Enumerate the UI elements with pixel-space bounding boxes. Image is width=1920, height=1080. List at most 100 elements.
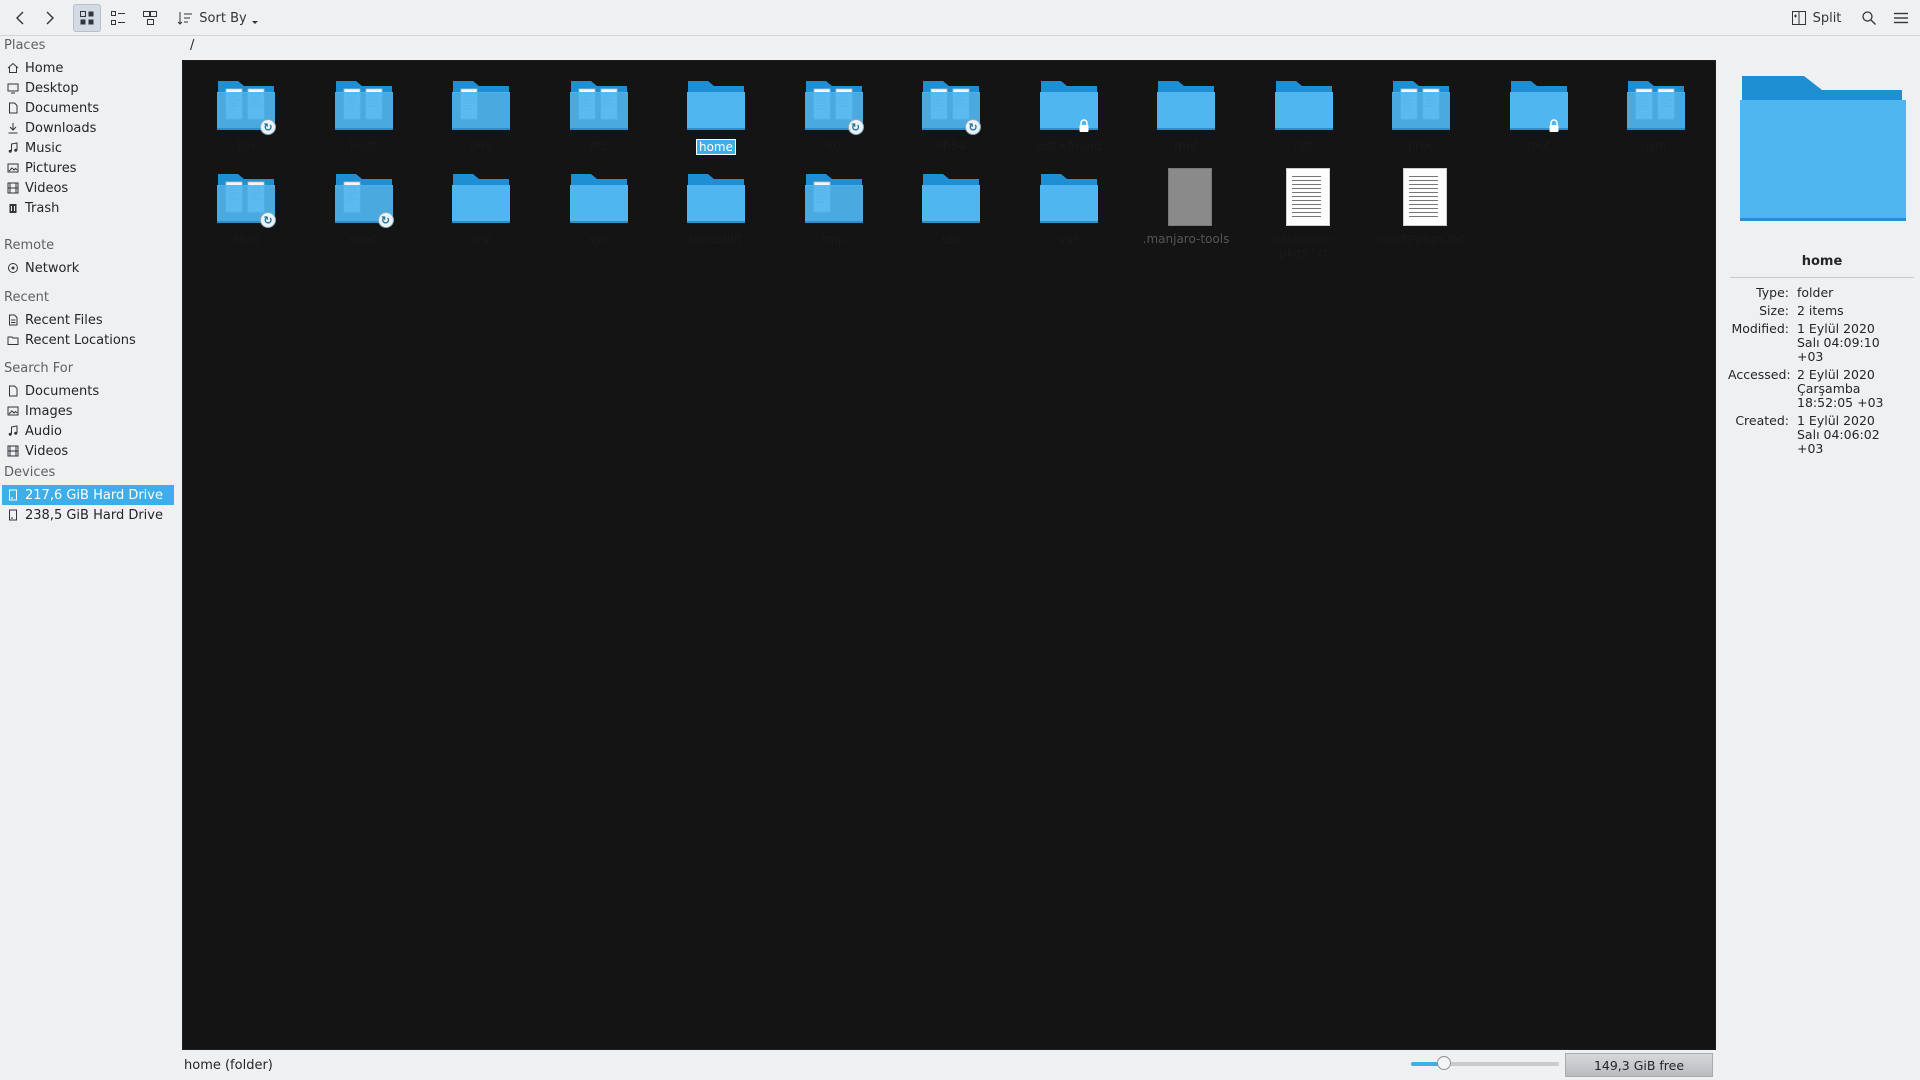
sidebar-item-label: Desktop — [25, 80, 79, 96]
sidebar-item-devices-238-5-gib-hard-drive[interactable]: 238,5 GiB Hard Drive — [2, 505, 174, 525]
information-panel: home Type: folder Size: 2 items Modified: 1 E… — [1728, 60, 1920, 1050]
sidebar-item-search-documents[interactable]: Documents — [2, 381, 174, 401]
hard-drive-icon — [6, 508, 20, 522]
sidebar-item-label: Documents — [25, 383, 100, 399]
zoom-slider-handle[interactable] — [1436, 1056, 1451, 1070]
file-name-label: snap — [349, 232, 378, 246]
breadcrumb[interactable]: / — [190, 38, 194, 58]
folder-icon — [1037, 166, 1101, 230]
folder-item-var[interactable]: var — [1014, 166, 1124, 247]
file-name-label: srv — [471, 232, 491, 246]
folder-item-root[interactable]: root — [1484, 73, 1594, 154]
file-name-label: rootfs-pkgs.txt — [1377, 232, 1465, 246]
folder-item-tmp[interactable]: tmp — [779, 166, 889, 247]
folder-icon: ↻ — [802, 73, 866, 137]
sidebar-item-places-downloads[interactable]: Downloads — [2, 118, 174, 138]
info-value: 2 Eylül 2020 Çarşamba 18:52:05 +03 — [1797, 367, 1884, 410]
trash-icon — [6, 201, 20, 215]
sidebar-item-places-documents[interactable]: Documents — [2, 98, 174, 118]
sidebar-item-label: 217,6 GiB Hard Drive — [25, 487, 163, 503]
sidebar-item-recent-recent-locations[interactable]: Recent Locations — [2, 330, 174, 350]
file-name-label: mnt — [1174, 139, 1198, 153]
icons-view-button[interactable] — [73, 4, 101, 32]
sort-by-button[interactable]: Sort By — [176, 4, 260, 32]
folder-item-home[interactable]: home — [661, 73, 771, 155]
folder-item-opt[interactable]: opt — [1249, 73, 1359, 154]
desktop-icon — [6, 81, 20, 95]
icons-view-icon — [80, 11, 94, 25]
info-value: 1 Eylül 2020 Salı 04:09:10 +03 — [1797, 321, 1880, 364]
compact-view-button[interactable] — [104, 4, 132, 32]
search-button[interactable] — [1856, 4, 1882, 32]
forward-button[interactable] — [36, 4, 62, 32]
sidebar-item-search-audio[interactable]: Audio — [2, 421, 174, 441]
symlink-emblem-icon: ↻ — [260, 212, 276, 228]
sidebar-item-places-music[interactable]: Music — [2, 138, 174, 158]
folder-item-usr[interactable]: usr — [896, 166, 1006, 247]
folder-item-etc[interactable]: etc — [544, 73, 654, 154]
menu-button[interactable] — [1887, 4, 1915, 32]
sidebar-item-label: Images — [25, 403, 73, 419]
folder-item-snap[interactable]: ↻ snap — [309, 166, 419, 247]
sidebar-item-places-home[interactable]: Home — [2, 58, 174, 78]
folder-item-mnt[interactable]: mnt — [1131, 73, 1241, 154]
info-row-type: Type: folder — [1728, 286, 1920, 300]
sidebar-item-places-trash[interactable]: Trash — [2, 198, 174, 218]
folder-item-run[interactable]: run — [1601, 73, 1711, 154]
hidden-file-icon — [1154, 166, 1218, 230]
file-name-label: tmp — [821, 232, 846, 246]
file-name-label: var — [1058, 232, 1079, 246]
back-button[interactable] — [8, 4, 34, 32]
hard-drive-icon — [6, 488, 20, 502]
network-icon — [6, 261, 20, 275]
folder-item-timeshift[interactable]: timeshift — [661, 166, 771, 247]
folder-item-lib64[interactable]: ↻ lib64 — [896, 73, 1006, 154]
folder-item-lost-found[interactable]: lost+found — [1014, 73, 1124, 154]
file-name-label: boot — [349, 139, 377, 153]
breadcrumb-root[interactable]: / — [190, 38, 194, 53]
folder-icon — [1389, 73, 1453, 137]
file-name-label: usr — [941, 232, 961, 246]
sidebar-item-label: Videos — [25, 180, 69, 196]
sidebar-item-places-videos[interactable]: Videos — [2, 178, 174, 198]
zoom-slider[interactable] — [1411, 1056, 1559, 1070]
file-view[interactable]: ↻ bin boot dev etc home ↻ lib ↻ lib64 lost+found mn… — [182, 60, 1716, 1050]
folder-item-lib[interactable]: ↻ lib — [779, 73, 889, 154]
info-divider — [1730, 277, 1914, 278]
sidebar-item-search-images[interactable]: Images — [2, 401, 174, 421]
folder-item-dev[interactable]: dev — [426, 73, 536, 154]
folder-item-boot[interactable]: boot — [309, 73, 419, 154]
search-icon — [1862, 11, 1876, 25]
folder-item-srv[interactable]: srv — [426, 166, 536, 247]
sidebar-item-label: Documents — [25, 100, 100, 116]
sidebar-item-label: Home — [25, 60, 64, 76]
file-item-manjaro-tools[interactable]: .manjaro-tools — [1131, 166, 1241, 247]
details-view-icon — [143, 11, 157, 25]
sidebar-item-places-desktop[interactable]: Desktop — [2, 78, 174, 98]
free-space-indicator[interactable]: 149,3 GiB free — [1565, 1053, 1713, 1077]
sidebar-item-devices-217-6-gib-hard-drive[interactable]: 217,6 GiB Hard Drive — [2, 485, 174, 505]
sidebar-header-recent: Recent — [4, 290, 49, 305]
folder-item-proc[interactable]: proc — [1366, 73, 1476, 154]
folder-icon — [449, 166, 513, 230]
sidebar-item-recent-recent-files[interactable]: Recent Files — [2, 310, 174, 330]
sidebar-item-label: Videos — [25, 443, 69, 459]
file-name-label: .manjaro-tools — [1142, 232, 1230, 246]
folder-item-bin[interactable]: ↻ bin — [191, 73, 301, 154]
sidebar-item-label: Network — [25, 260, 80, 276]
sidebar-item-label: Recent Locations — [25, 332, 136, 348]
details-view-button[interactable] — [136, 4, 164, 32]
folder-icon: ↻ — [214, 73, 278, 137]
sort-icon — [177, 12, 193, 25]
file-item-rootfs-pkgs-txt[interactable]: rootfs-pkgs.txt — [1366, 166, 1476, 247]
sidebar-item-places-pictures[interactable]: Pictures — [2, 158, 174, 178]
sidebar-item-remote-network[interactable]: Network — [2, 258, 174, 278]
folder-item-sbin[interactable]: ↻ sbin — [191, 166, 301, 247]
file-item-desktopfs-pkgs-txt[interactable]: desktopfs-pkgs.txt — [1249, 166, 1359, 261]
sidebar-item-search-videos[interactable]: Videos — [2, 441, 174, 461]
hamburger-menu-icon — [1894, 12, 1908, 24]
free-space-label: 149,3 GiB free — [1593, 1057, 1685, 1073]
folder-icon: ↻ — [332, 166, 396, 230]
split-button[interactable]: Split — [1786, 4, 1846, 32]
folder-item-sys[interactable]: sys — [544, 166, 654, 247]
